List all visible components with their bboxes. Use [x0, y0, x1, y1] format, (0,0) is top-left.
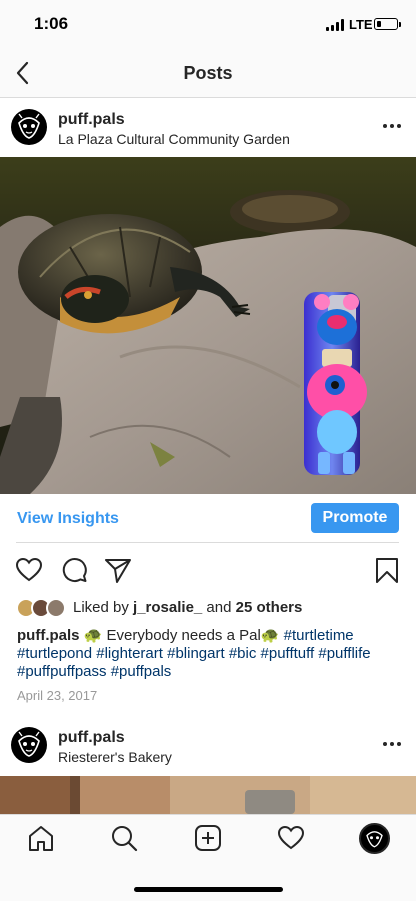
post-username[interactable]: puff.pals	[58, 111, 125, 129]
save-button[interactable]	[373, 556, 401, 584]
home-indicator[interactable]	[134, 887, 283, 892]
tab-profile[interactable]	[359, 823, 390, 854]
battery-cap	[399, 22, 401, 27]
hashtag[interactable]: #pufflife	[318, 645, 370, 662]
heart-icon	[15, 557, 43, 582]
status-bar: 1:06 LTE	[0, 0, 416, 50]
hashtag[interactable]: #puffpals	[111, 663, 172, 680]
share-button[interactable]	[104, 556, 132, 584]
like-button[interactable]	[15, 556, 43, 584]
puff-pals-logo-icon	[18, 731, 40, 757]
hashtag[interactable]: #lighterart	[96, 645, 163, 662]
nav-bar: Posts	[0, 50, 416, 98]
post-caption: puff.pals 🐢 Everybody needs a Pal🐢 #turt…	[17, 627, 407, 681]
view-insights-link[interactable]: View Insights	[17, 510, 119, 528]
post-header: puff.pals La Plaza Cultural Community Ga…	[0, 99, 416, 157]
likes-count[interactable]: 25 others	[236, 599, 303, 616]
home-icon	[29, 826, 53, 851]
caption-text: 🐢 Everybody needs a Pal🐢	[79, 627, 284, 644]
tab-new-post[interactable]	[194, 824, 222, 852]
caption-username[interactable]: puff.pals	[17, 627, 80, 644]
hashtag[interactable]: #puffpuffpass	[17, 663, 107, 680]
post-header: puff.pals Riesterer's Bakery	[0, 717, 416, 775]
turtle-lighter-photo	[0, 157, 416, 494]
comment-button[interactable]	[60, 556, 88, 584]
battery-icon	[374, 18, 398, 30]
tab-activity[interactable]	[277, 824, 305, 852]
divider	[16, 542, 399, 543]
likes-row[interactable]: Liked by j_rosalie_ and 25 others	[0, 596, 416, 620]
liker-username[interactable]: j_rosalie_	[133, 599, 202, 616]
profile-avatar-icon	[366, 831, 383, 848]
more-options-button[interactable]	[380, 121, 404, 131]
post-username[interactable]: puff.pals	[58, 729, 125, 747]
avatar[interactable]	[11, 727, 47, 763]
avatar[interactable]	[11, 109, 47, 145]
avatar	[46, 598, 66, 618]
likes-middle: and	[202, 599, 236, 616]
promote-button[interactable]: Promote	[311, 503, 399, 533]
post-location[interactable]: Riesterer's Bakery	[58, 749, 172, 765]
send-icon	[105, 559, 131, 583]
tab-search[interactable]	[110, 824, 138, 852]
hashtag[interactable]: #bic	[229, 645, 257, 662]
bookmark-icon	[376, 558, 398, 583]
status-time: 1:06	[34, 14, 69, 33]
post-image[interactable]	[0, 157, 416, 494]
activity-heart-icon	[277, 825, 305, 850]
comment-icon	[62, 558, 87, 582]
search-icon	[112, 826, 138, 852]
hashtag[interactable]: #pufftuff	[261, 645, 315, 662]
tab-home[interactable]	[27, 824, 55, 852]
post-date: April 23, 2017	[17, 688, 98, 703]
post-location[interactable]: La Plaza Cultural Community Garden	[58, 131, 290, 147]
network-type: LTE	[349, 17, 373, 32]
post-image[interactable]	[0, 776, 416, 814]
likes-summary[interactable]: Liked by j_rosalie_ and 25 others	[73, 599, 302, 616]
new-post-icon	[195, 825, 221, 851]
hashtag[interactable]: #turtletime	[284, 627, 354, 644]
bakery-photo	[0, 776, 416, 814]
liker-avatars	[16, 598, 68, 618]
likes-prefix: Liked by	[73, 599, 134, 616]
hashtag[interactable]: #blingart	[167, 645, 225, 662]
hashtag[interactable]: #turtlepond	[17, 645, 92, 662]
page-title: Posts	[183, 63, 233, 83]
puff-pals-logo-icon	[18, 113, 40, 139]
cellular-signal-icon	[326, 19, 346, 31]
more-options-button[interactable]	[380, 739, 404, 749]
